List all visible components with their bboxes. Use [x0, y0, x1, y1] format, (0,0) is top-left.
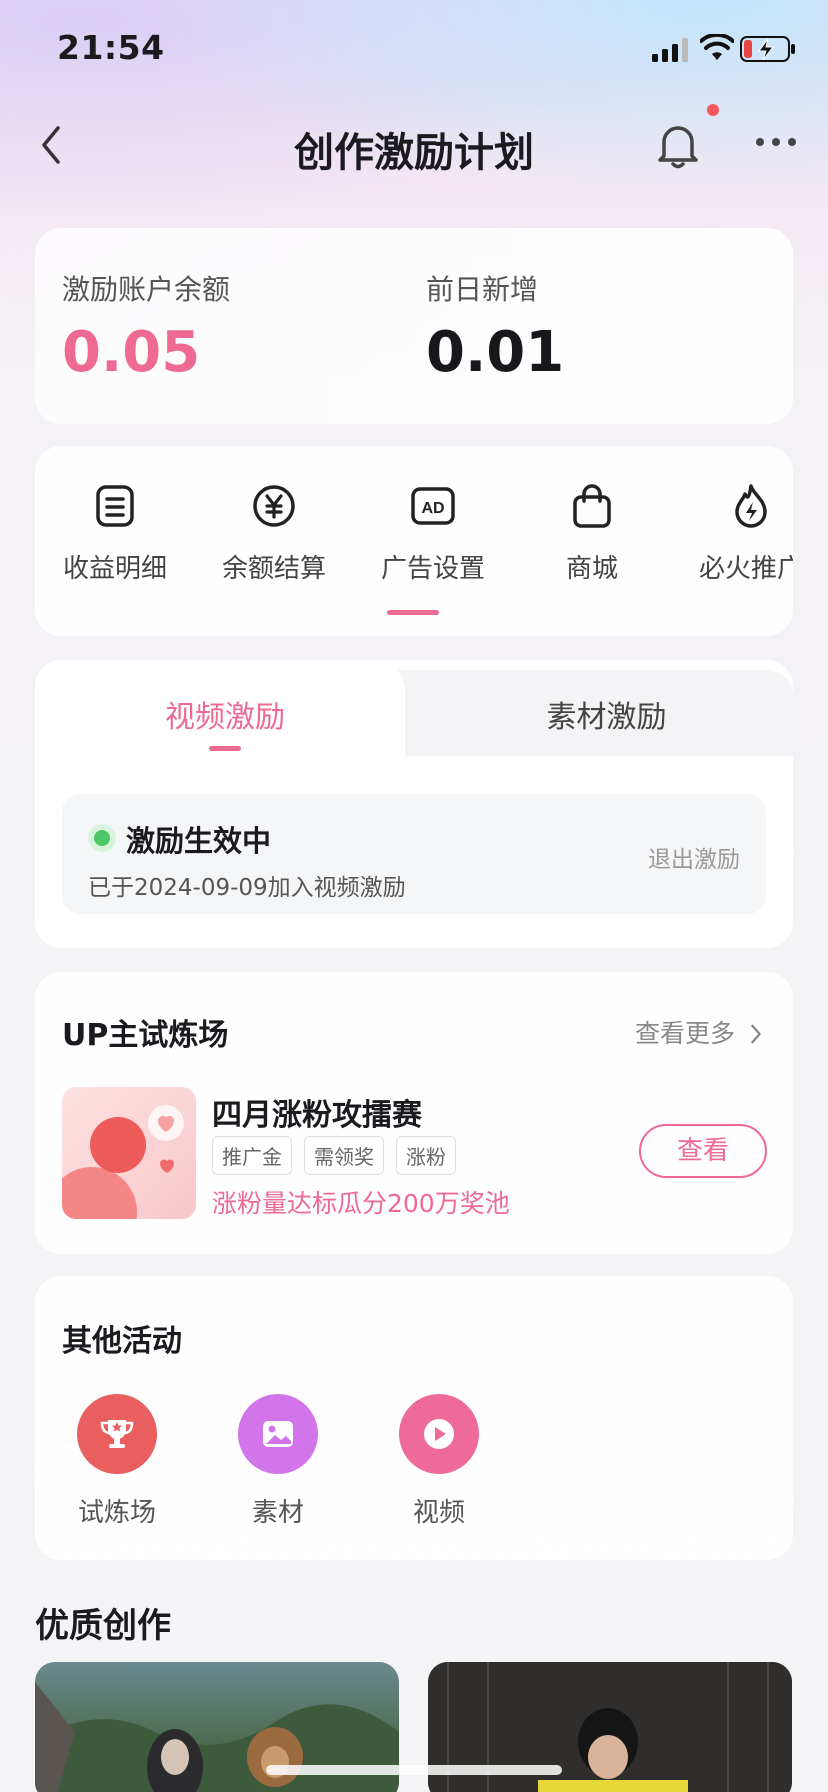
activity-label: 试炼场 [77, 1498, 156, 1528]
incentive-status-title: 激励生效中 [126, 824, 272, 858]
active-status-dot [88, 824, 116, 852]
event-tag: 推广金 [212, 1136, 292, 1175]
shortcut-label: 余额结算 [221, 554, 326, 584]
activity-label: 视频 [412, 1498, 465, 1528]
shortcut-label: 收益明细 [62, 554, 167, 584]
shortcut-ad-settings[interactable]: AD 广告设置 [363, 482, 503, 585]
list-doc-icon [96, 485, 134, 527]
ad-icon: AD [411, 487, 455, 525]
status-bar: 21:54 [0, 0, 828, 100]
event-description: 涨粉量达标瓜分200万奖池 [212, 1189, 510, 1218]
shortcut-earnings-detail[interactable]: 收益明细 [45, 482, 185, 585]
fire-bolt-icon [735, 484, 767, 528]
event-tags: 推广金 需领奖 涨粉 [212, 1136, 456, 1175]
section-title: 其他活动 [62, 1324, 182, 1359]
home-indicator [266, 1765, 562, 1775]
shortcut-label: 广告设置 [380, 554, 485, 584]
image-icon [238, 1394, 318, 1474]
activity-video[interactable]: 视频 [379, 1394, 499, 1529]
other-activities-card: 其他活动 试炼场 素材 视频 [35, 1276, 793, 1560]
section-title: UP主试炼场 [62, 1018, 229, 1053]
activity-label: 素材 [251, 1498, 304, 1528]
incentive-status-desc: 已于2024-09-09加入视频激励 [88, 875, 406, 901]
incentive-status-box: 激励生效中 已于2024-09-09加入视频激励 退出激励 [62, 794, 766, 914]
tab-material-incentive[interactable]: 素材激励 [420, 692, 793, 736]
battery-charging-icon [740, 36, 795, 62]
activity-trial[interactable]: 试炼场 [57, 1394, 177, 1529]
shortcut-label: 商城 [565, 554, 618, 584]
notification-bell-icon[interactable] [654, 120, 702, 170]
up-trial-card: UP主试炼场 查看更多 四月涨粉攻擂赛 推广金 需领奖 涨粉 涨粉量达标瓜分20… [35, 972, 793, 1254]
shortcut-promotion[interactable]: 必火推广 [681, 482, 793, 585]
account-balance-label: 激励账户余额 [62, 273, 231, 306]
view-more-link[interactable]: 查看更多 [635, 1014, 763, 1050]
chevron-right-icon [751, 1024, 761, 1044]
view-event-button[interactable]: 查看 [639, 1124, 767, 1178]
view-more-label: 查看更多 [635, 1019, 736, 1048]
event-tag: 涨粉 [396, 1136, 456, 1175]
more-options-icon[interactable] [754, 130, 798, 154]
new-income-label: 前日新增 [426, 273, 539, 306]
shortcut-balance-settlement[interactable]: 余额结算 [204, 482, 344, 585]
event-name[interactable]: 四月涨粉攻擂赛 [212, 1090, 422, 1134]
account-balance-value[interactable]: 0.05 [62, 320, 200, 385]
event-thumbnail[interactable] [62, 1087, 196, 1219]
trophy-icon [77, 1394, 157, 1474]
svg-text:AD: AD [421, 500, 444, 517]
event-tag: 需领奖 [304, 1136, 384, 1175]
wifi-icon [700, 34, 734, 60]
incentive-card: 视频激励 素材激励 激励生效中 已于2024-09-09加入视频激励 退出激励 [35, 660, 793, 948]
nav-bar: 创作激励计划 [0, 100, 828, 190]
tab-active-indicator [209, 746, 241, 751]
quit-incentive-link[interactable]: 退出激励 [648, 840, 740, 874]
tab-video-incentive[interactable]: 视频激励 [35, 692, 415, 736]
shortcut-row: 收益明细 余额结算 AD 广告设置 商城 必火推广 [35, 446, 793, 636]
new-income-value[interactable]: 0.01 [426, 320, 564, 385]
activity-material[interactable]: 素材 [218, 1394, 338, 1529]
cellular-signal-icon [652, 38, 688, 62]
page-title: 创作激励计划 [294, 130, 534, 176]
status-time: 21:54 [57, 28, 165, 67]
shortcut-scroll-indicator [387, 610, 439, 615]
shortcut-label: 必火推广 [698, 554, 793, 584]
shortcut-mall[interactable]: 商城 [522, 482, 662, 585]
yuan-icon [253, 485, 295, 527]
shopping-bag-icon [573, 484, 611, 528]
balance-card: 激励账户余额 0.05 前日新增 0.01 [35, 228, 793, 424]
notification-dot [707, 104, 719, 116]
section-title: 优质创作 [35, 1606, 171, 1646]
play-icon [399, 1394, 479, 1474]
